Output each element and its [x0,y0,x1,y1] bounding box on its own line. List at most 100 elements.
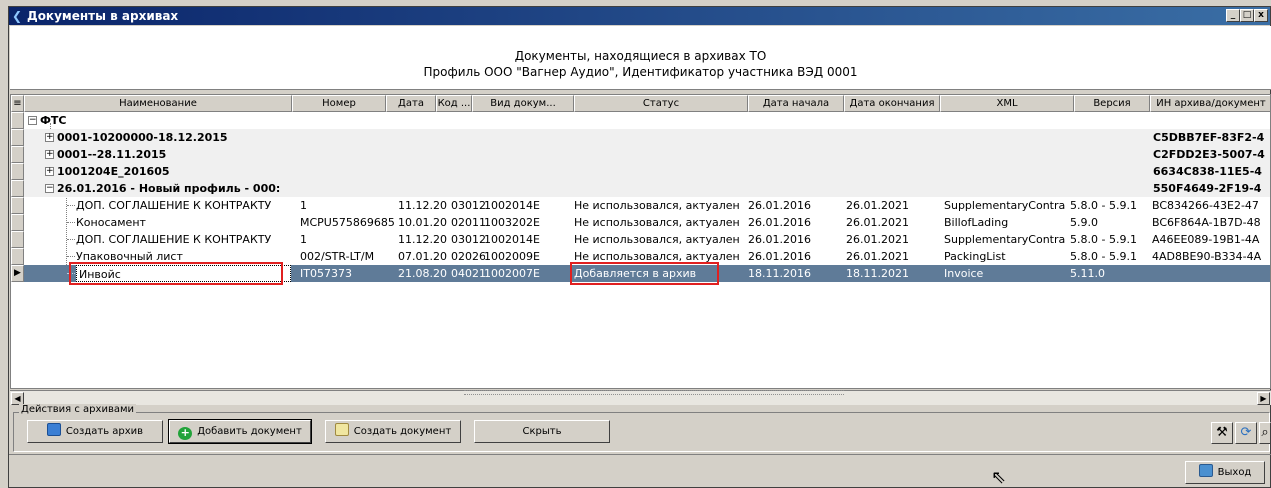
column-header-date[interactable]: Дата [386,95,436,112]
row-indicator[interactable] [11,231,24,248]
doc-date: 07.01.2016 [398,250,448,263]
doc-xml: PackingList [944,250,1006,263]
collapse-icon[interactable]: − [45,184,54,193]
doc-number: IT057373 [300,267,352,280]
doc-start: 26.01.2016 [748,199,811,212]
archive-name: 0001--28.11.2015 [57,148,167,161]
doc-xml: BillofLading [944,216,1009,229]
doc-guid: BC6F864A-1B7D-48 [1152,216,1261,229]
doc-name: ДОП. СОГЛАШЕНИЕ К КОНТРАКТУ [76,199,272,212]
archive-actions-label: Действия с архивами [19,404,137,415]
doc-code: 04021 [451,267,485,280]
header-panel: Документы, находящиеся в архивах ТО Проф… [10,26,1271,90]
tree-branch [67,222,75,223]
column-header-guid[interactable]: ИН архива/документ [1150,95,1270,112]
create-archive-label: Создать архив [65,426,144,437]
row-indicator[interactable] [11,214,24,231]
doc-guid [1152,265,1270,282]
doc-code: 02026 [451,250,485,263]
archive-icon [46,423,61,436]
row-indicator[interactable] [11,129,24,146]
row-indicator[interactable] [11,112,24,129]
archive-group-row[interactable]: + 0001-10200000-18.12.2015 C5DBB7EF-83F2… [24,129,1270,146]
tree-branch [67,256,75,257]
collapse-icon[interactable]: − [28,116,37,125]
archive-name: 1001204E_201605 [57,165,170,178]
expand-icon[interactable]: + [45,133,54,142]
column-header-number[interactable]: Номер [292,95,386,112]
row-indicator[interactable] [11,197,24,214]
tree-root-row[interactable]: − ФТС [24,112,1270,129]
doc-version: 5.11.0 [1070,267,1105,280]
doc-kind: 1003202E [484,216,540,229]
archive-guid: 550F4649-2F19-4 [1153,182,1262,195]
doc-code: 03012 [451,233,485,246]
doc-status: Не использовался, актуален [574,199,740,212]
doc-kind: 1002007E [484,267,540,280]
column-header-end[interactable]: Дата окончания [844,95,940,112]
archive-guid: C2FDD2E3-5007-4 [1153,148,1265,161]
doc-code: 02011 [451,216,485,229]
exit-icon [1198,464,1213,477]
current-row-indicator-icon[interactable]: ▶ [11,265,24,282]
create-archive-button[interactable]: Создать архив [27,420,163,443]
row-indicator[interactable] [11,180,24,197]
tools-icon[interactable]: ⚒ [1211,422,1233,444]
splitter-handle[interactable] [464,390,844,395]
doc-end: 18.11.2021 [846,267,909,280]
column-header-kind[interactable]: Вид докум... [472,95,574,112]
column-header-start[interactable]: Дата начала [748,95,844,112]
expand-icon[interactable]: + [45,167,54,176]
hide-button[interactable]: Скрыть [474,420,610,443]
doc-number: 1 [300,233,307,246]
archive-group-row[interactable]: + 0001--28.11.2015 C2FDD2E3-5007-4 [24,146,1270,163]
document-row[interactable]: ДОП. СОГЛАШЕНИЕ К КОНТРАКТУ 1 11.12.2015… [24,231,1270,248]
add-document-button[interactable]: + Добавить документ [168,419,312,444]
grid-menu-icon[interactable]: ≡ [11,95,24,112]
row-indicator[interactable] [11,163,24,180]
doc-version: 5.8.0 - 5.9.1 [1070,199,1137,212]
doc-date: 10.01.2016 [398,216,448,229]
column-header-status[interactable]: Статус [574,95,748,112]
archive-group-row[interactable]: + 1001204E_201605 6634C838-11E5-4 [24,163,1270,180]
archive-group-row[interactable]: − 26.01.2016 - Новый профиль - 000: 550F… [24,180,1270,197]
close-button[interactable]: x [1254,9,1268,22]
refresh-icon[interactable]: ⟳ [1235,422,1257,444]
title-bar[interactable]: ❮ Документы в архивах _ □ x [9,7,1270,25]
expand-icon[interactable]: + [45,150,54,159]
column-header-xml[interactable]: XML [940,95,1074,112]
row-indicator[interactable] [11,248,24,265]
doc-end: 26.01.2021 [846,199,909,212]
mouse-cursor-icon: ⇖ [991,467,1007,488]
doc-start: 26.01.2016 [748,233,811,246]
search-icon[interactable]: ⌕ [1259,422,1271,444]
create-document-button[interactable]: Создать документ [325,420,461,443]
document-row[interactable]: Коносамент MCPU575869685 10.01.2016 0201… [24,214,1270,231]
minimize-button[interactable]: _ [1226,9,1240,22]
doc-start: 18.11.2016 [748,267,811,280]
doc-start: 26.01.2016 [748,250,811,263]
doc-guid: 4AD8BE90-B334-4A [1152,250,1262,263]
bottom-divider [9,454,1271,455]
header-title: Документы, находящиеся в архивах ТО [514,49,767,63]
doc-name: Коносамент [76,216,146,229]
doc-date: 11.12.2015 [398,199,448,212]
documents-grid[interactable]: ≡ Наименование Номер Дата Код ... Вид до… [10,94,1271,389]
header-profile: Профиль ООО "Вагнер Аудио", Идентификато… [423,65,858,79]
doc-number: 1 [300,199,307,212]
scroll-right-icon[interactable]: ▶ [1257,392,1270,405]
exit-button[interactable]: Выход [1185,461,1265,484]
maximize-button[interactable]: □ [1240,9,1254,22]
doc-xml: SupplementaryContra [944,199,1066,212]
doc-xml: SupplementaryContra [944,233,1066,246]
doc-guid: BC834266-43E2-47 [1152,199,1259,212]
tree-root-label: ФТС [40,114,67,127]
doc-status: Не использовался, актуален [574,233,740,246]
doc-end: 26.01.2021 [846,216,909,229]
row-indicator[interactable] [11,146,24,163]
document-row[interactable]: ДОП. СОГЛАШЕНИЕ К КОНТРАКТУ 1 11.12.2015… [24,197,1270,214]
doc-status: Не использовался, актуален [574,216,740,229]
column-header-name[interactable]: Наименование [24,95,292,112]
column-header-version[interactable]: Версия [1074,95,1150,112]
column-header-code[interactable]: Код ... [436,95,472,112]
